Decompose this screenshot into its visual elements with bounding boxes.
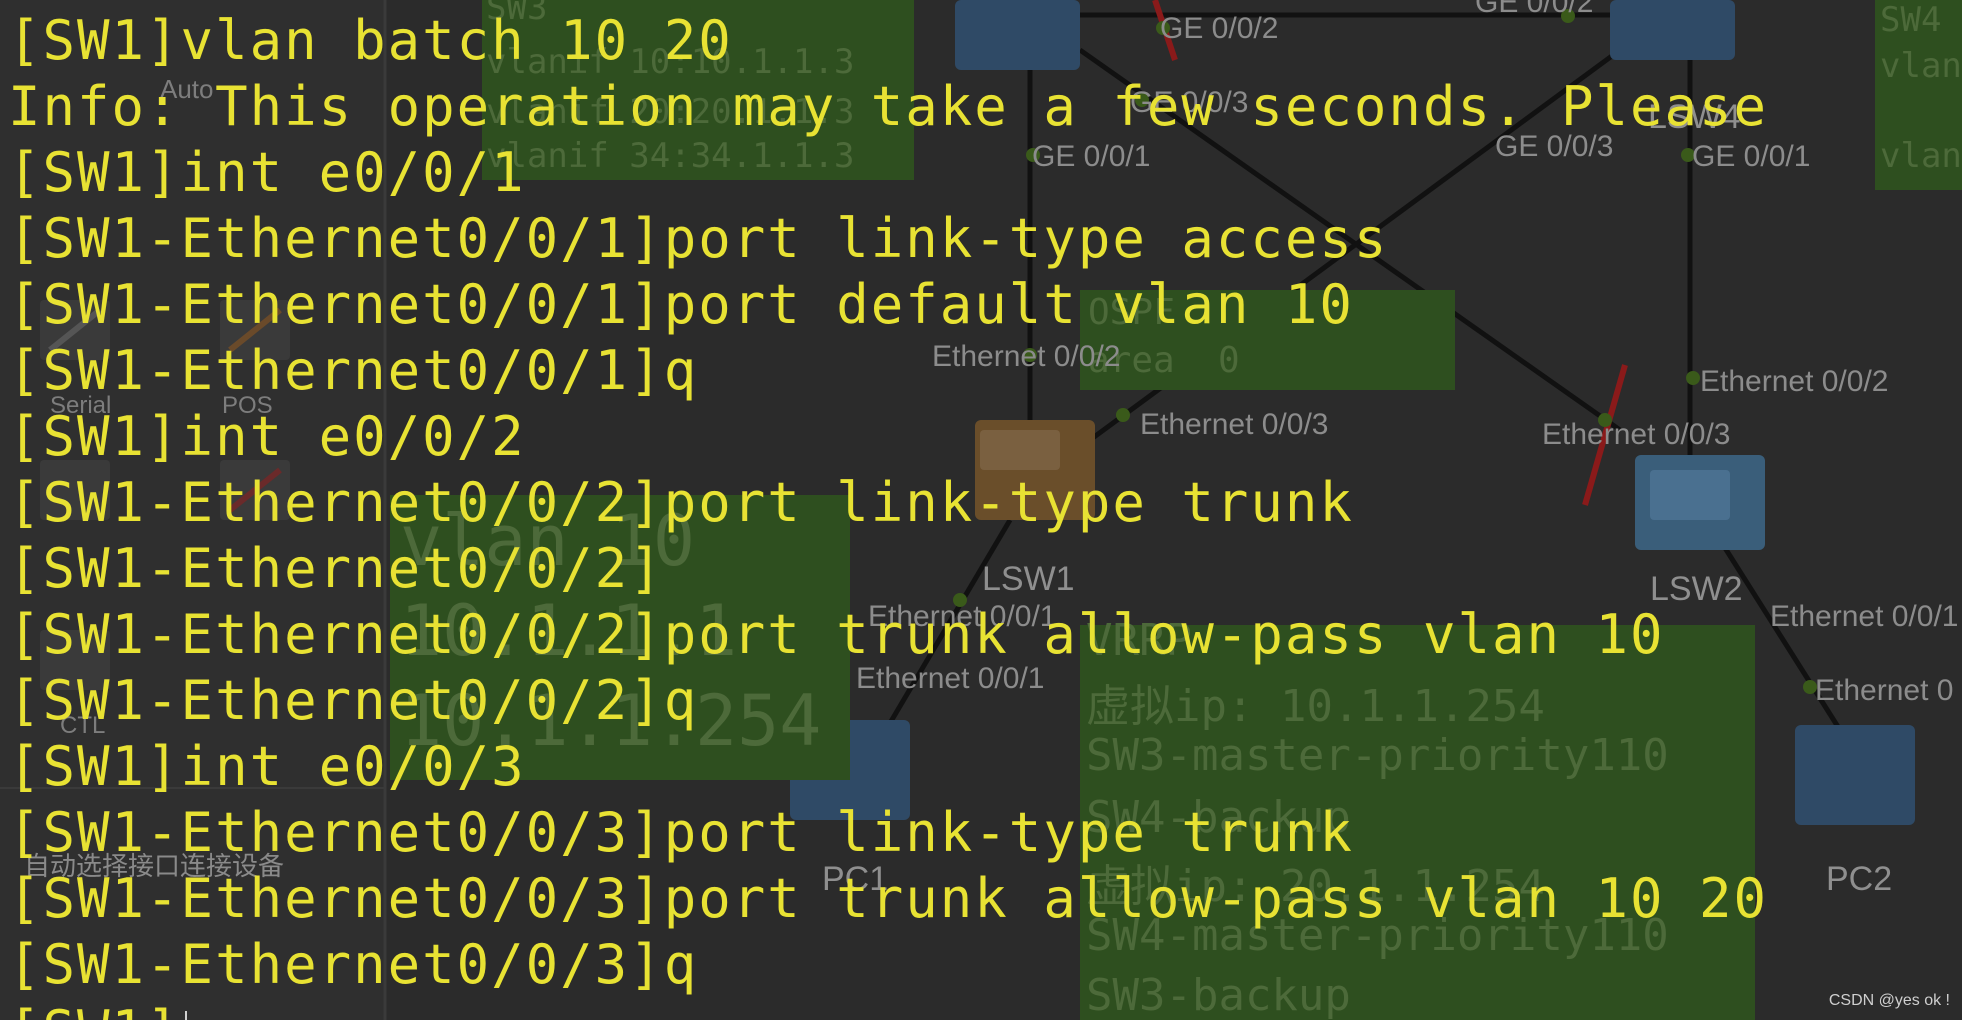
terminal-line: [SW1]vlan batch 10 20 [8, 9, 733, 72]
terminal-prompt: [SW1] [8, 999, 181, 1020]
terminal-line: Info: This operation may take a few seco… [8, 75, 1769, 138]
cli-terminal[interactable]: [SW1]vlan batch 10 20 Info: This operati… [0, 0, 1962, 1020]
terminal-line: [SW1]int e0/0/3 [8, 735, 526, 798]
terminal-line: [SW1-Ethernet0/0/2]q [8, 669, 699, 732]
watermark: CSDN @yes ok ! [1828, 992, 1950, 1009]
terminal-line: [SW1]int e0/0/1 [8, 141, 526, 204]
terminal-prompt-line[interactable]: [SW1] [8, 998, 187, 1020]
screen: Auto Serial POS CTL 自动选择接口连接设备 SW3 vlani… [0, 0, 1962, 1020]
terminal-line: [SW1-Ethernet0/0/2]port trunk allow-pass… [8, 603, 1665, 666]
terminal-line: [SW1-Ethernet0/0/3]port trunk allow-pass… [8, 867, 1769, 930]
terminal-line: [SW1-Ethernet0/0/3]q [8, 933, 699, 996]
terminal-line: [SW1-Ethernet0/0/2] [8, 537, 664, 600]
terminal-line: [SW1]int e0/0/2 [8, 405, 526, 468]
terminal-line: [SW1-Ethernet0/0/2]port link-type trunk [8, 471, 1354, 534]
terminal-line: [SW1-Ethernet0/0/3]port link-type trunk [8, 801, 1354, 864]
terminal-line: [SW1-Ethernet0/0/1]port default vlan 10 [8, 273, 1354, 336]
terminal-line: [SW1-Ethernet0/0/1]q [8, 339, 699, 402]
terminal-line: [SW1-Ethernet0/0/1]port link-type access [8, 207, 1389, 270]
text-cursor [184, 1011, 187, 1020]
